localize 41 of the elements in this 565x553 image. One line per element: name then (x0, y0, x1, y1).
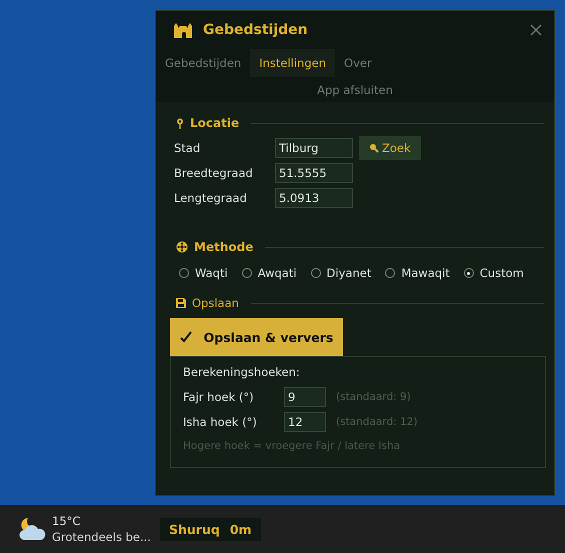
panel-heading: Berekeningshoeken: (183, 365, 301, 379)
input-field[interactable]: 51.5555 (275, 163, 353, 183)
field-label: Fajr hoek (°) (183, 390, 255, 404)
flower-icon (176, 241, 188, 253)
field-label: Stad (174, 141, 202, 155)
search-button[interactable]: Zoek (359, 136, 421, 160)
pin-icon (176, 118, 184, 128)
radio-option[interactable]: Custom (464, 266, 524, 280)
field-label: Lengtegraad (174, 191, 248, 205)
close-icon[interactable] (530, 24, 542, 36)
section-heading: Methode (194, 240, 254, 254)
default-hint: (standaard: 12) (336, 416, 418, 428)
input-field[interactable]: Tilburg (275, 138, 353, 158)
radio-option[interactable]: Mawaqit (385, 266, 450, 280)
radio-option[interactable]: Waqti (179, 266, 228, 280)
section-heading: Locatie (190, 116, 240, 130)
input-field[interactable]: 9 (284, 387, 326, 407)
search-icon (369, 143, 379, 153)
input-field[interactable]: 12 (284, 412, 326, 432)
tab[interactable]: Over (335, 49, 381, 77)
field-label: Isha hoek (°) (183, 415, 258, 429)
field-label: Breedtegraad (174, 166, 254, 180)
cloud-moon-icon[interactable] (18, 516, 46, 542)
weather-description: Grotendeels be... (52, 529, 152, 545)
checkmark-icon (180, 331, 192, 343)
temperature-text: 15°C (52, 513, 82, 529)
radio-option[interactable]: Awqati (242, 266, 297, 280)
prayer-widget[interactable]: Shuruq 0m (160, 518, 261, 540)
default-hint: (standaard: 9) (336, 391, 411, 403)
mosque-icon (173, 22, 193, 38)
save-button[interactable]: Opslaan & ververs (170, 318, 343, 356)
help-text: Hogere hoek = vroegere Fajr / latere Isha (183, 440, 402, 452)
window-title: Gebedstijden (203, 22, 309, 38)
section-heading: Opslaan (192, 296, 239, 310)
tab[interactable]: Instellingen (250, 49, 336, 77)
prayer-countdown: 0m (230, 522, 252, 536)
radio-option[interactable]: Diyanet (310, 266, 372, 280)
tab[interactable]: Gebedstijden (156, 49, 250, 77)
close-app-link[interactable]: App afsluiten (315, 81, 395, 99)
prayer-name: Shuruq (169, 522, 220, 536)
input-field[interactable]: 5.0913 (275, 188, 353, 208)
